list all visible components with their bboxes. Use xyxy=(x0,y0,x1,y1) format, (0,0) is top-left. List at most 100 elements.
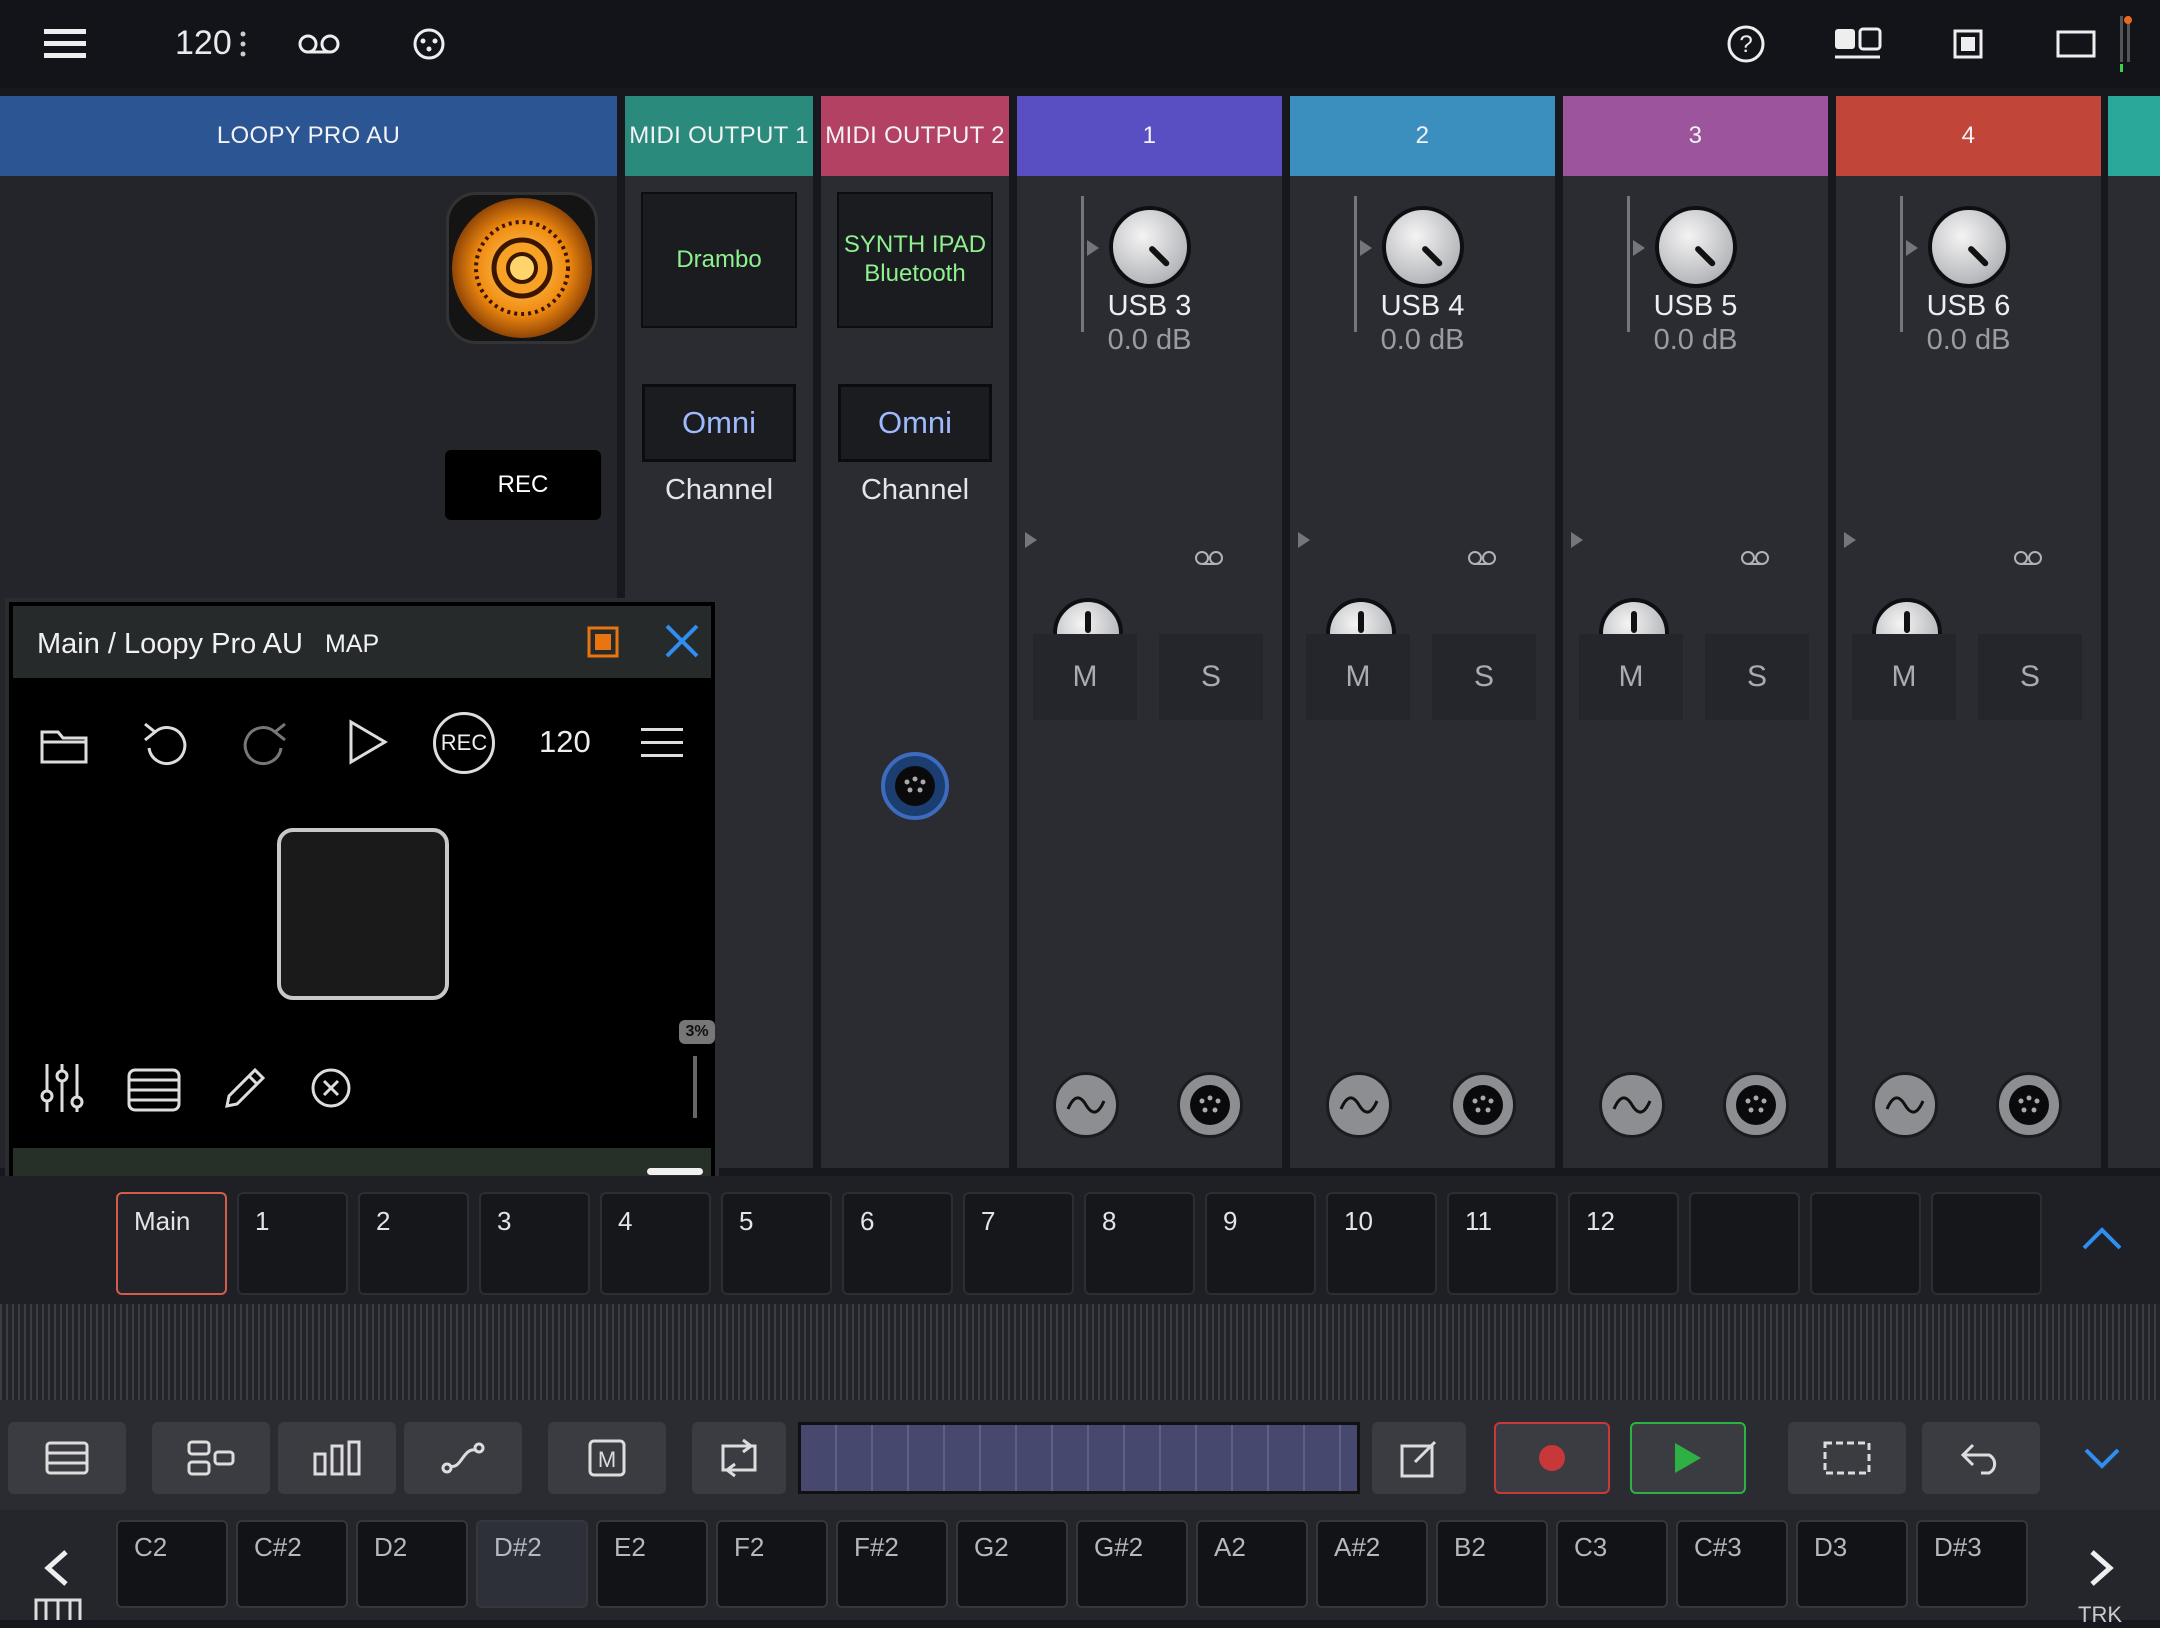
wave-icon[interactable] xyxy=(1872,1072,1938,1138)
dial-icon[interactable] xyxy=(397,12,461,76)
scene-button[interactable]: 12 xyxy=(1568,1192,1679,1295)
loop-pad[interactable] xyxy=(277,828,449,1000)
mute-button[interactable]: M xyxy=(1579,634,1683,720)
strip-number[interactable]: 2 xyxy=(1290,96,1555,176)
fullscreen-icon[interactable] xyxy=(2044,12,2108,76)
undo-icon[interactable] xyxy=(141,718,189,770)
wave-icon[interactable] xyxy=(1326,1072,1392,1138)
midi-port-icon[interactable] xyxy=(1450,1072,1516,1138)
wave-icon[interactable] xyxy=(1599,1072,1665,1138)
scene-button[interactable] xyxy=(1810,1192,1921,1295)
map-button[interactable]: MAP xyxy=(325,630,379,659)
key-pad[interactable]: B2 xyxy=(1436,1520,1548,1608)
midi-device-selector[interactable]: SYNTH IPAD Bluetooth xyxy=(837,192,993,328)
record-button[interactable] xyxy=(1494,1422,1610,1494)
loop-link-icon[interactable] xyxy=(1740,550,1770,566)
loop-link-icon[interactable] xyxy=(1194,550,1224,566)
mixer-icon[interactable] xyxy=(39,1062,85,1114)
midi-view-button[interactable]: M xyxy=(548,1422,666,1494)
plugin-menu-icon[interactable] xyxy=(641,726,683,760)
piano-icon[interactable] xyxy=(34,1598,82,1620)
loop-toggle-button[interactable] xyxy=(692,1422,786,1494)
key-pad[interactable]: F2 xyxy=(716,1520,828,1608)
key-pad[interactable]: C#3 xyxy=(1676,1520,1788,1608)
close-icon[interactable] xyxy=(663,622,701,660)
input-label[interactable]: USB 4 xyxy=(1290,290,1555,323)
solo-button[interactable]: S xyxy=(1705,634,1809,720)
menu-icon[interactable] xyxy=(33,12,97,76)
input-label[interactable]: USB 6 xyxy=(1836,290,2101,323)
play-button[interactable] xyxy=(1630,1422,1746,1494)
scene-button[interactable]: 10 xyxy=(1326,1192,1437,1295)
key-pad[interactable]: D3 xyxy=(1796,1520,1908,1608)
loop-link-icon[interactable] xyxy=(2013,550,2043,566)
pencil-icon[interactable] xyxy=(221,1064,265,1112)
rec-button[interactable]: REC xyxy=(445,450,601,520)
timeline-scrubber[interactable] xyxy=(798,1422,1360,1494)
scene-button[interactable]: 11 xyxy=(1447,1192,1558,1295)
edit-button[interactable] xyxy=(1372,1422,1466,1494)
key-pad[interactable]: D#3 xyxy=(1916,1520,2028,1608)
app-icon[interactable] xyxy=(446,192,598,344)
select-button[interactable] xyxy=(1788,1422,1906,1494)
redo-icon[interactable] xyxy=(241,718,289,770)
key-pad[interactable]: A#2 xyxy=(1316,1520,1428,1608)
waveform-strip[interactable] xyxy=(0,1304,2160,1400)
strip-number[interactable]: 3 xyxy=(1563,96,1828,176)
key-pad[interactable]: F#2 xyxy=(836,1520,948,1608)
scene-main[interactable]: Main xyxy=(116,1192,227,1295)
loop-icon[interactable] xyxy=(287,12,351,76)
single-view-icon[interactable] xyxy=(1936,12,2000,76)
plugin-tempo[interactable]: 120 xyxy=(539,724,591,760)
tempo-display[interactable]: 120 xyxy=(175,24,232,63)
strip-number[interactable]: 1 xyxy=(1017,96,1282,176)
scene-button[interactable]: 2 xyxy=(358,1192,469,1295)
play-icon[interactable] xyxy=(347,718,389,766)
key-pad[interactable]: E2 xyxy=(596,1520,708,1608)
scene-button[interactable]: 4 xyxy=(600,1192,711,1295)
key-pad[interactable]: D#2 xyxy=(476,1520,588,1608)
gain-knob[interactable] xyxy=(1655,206,1737,288)
scene-button[interactable]: 5 xyxy=(721,1192,832,1295)
midi-port-icon[interactable] xyxy=(1723,1072,1789,1138)
strip-number[interactable]: 4 xyxy=(1836,96,2101,176)
folder-icon[interactable] xyxy=(39,724,89,764)
mute-button[interactable]: M xyxy=(1852,634,1956,720)
input-label[interactable]: USB 5 xyxy=(1563,290,1828,323)
loop-link-icon[interactable] xyxy=(1467,550,1497,566)
collapse-down-icon[interactable] xyxy=(2082,1446,2122,1470)
automation-view-button[interactable] xyxy=(404,1422,522,1494)
key-pad[interactable]: G#2 xyxy=(1076,1520,1188,1608)
midi-port-icon[interactable] xyxy=(881,752,949,820)
key-pad[interactable]: C#2 xyxy=(236,1520,348,1608)
scene-button[interactable]: 3 xyxy=(479,1192,590,1295)
clips-view-button[interactable] xyxy=(8,1422,126,1494)
help-icon[interactable]: ? xyxy=(1714,12,1778,76)
key-pad[interactable]: G2 xyxy=(956,1520,1068,1608)
channel-selector[interactable]: Omni xyxy=(642,384,796,462)
scene-button[interactable] xyxy=(1931,1192,2042,1295)
chevron-left-icon[interactable] xyxy=(42,1548,72,1588)
midi-port-icon[interactable] xyxy=(1996,1072,2062,1138)
scene-button[interactable] xyxy=(1689,1192,1800,1295)
midi-device-selector[interactable]: Drambo xyxy=(641,192,797,328)
scene-button[interactable]: 9 xyxy=(1205,1192,1316,1295)
wave-icon[interactable] xyxy=(1053,1072,1119,1138)
mixer-view-button[interactable] xyxy=(278,1422,396,1494)
key-pad[interactable]: C2 xyxy=(116,1520,228,1608)
gain-knob[interactable] xyxy=(1109,206,1191,288)
expand-up-icon[interactable] xyxy=(2080,1224,2124,1252)
chevron-right-icon[interactable] xyxy=(2086,1548,2116,1588)
key-pad[interactable]: D2 xyxy=(356,1520,468,1608)
gain-knob[interactable] xyxy=(1382,206,1464,288)
layout-icon[interactable] xyxy=(1826,12,1890,76)
solo-button[interactable]: S xyxy=(1978,634,2082,720)
mute-button[interactable]: M xyxy=(1033,634,1137,720)
scene-button[interactable]: 7 xyxy=(963,1192,1074,1295)
scene-button[interactable]: 1 xyxy=(237,1192,348,1295)
solo-button[interactable]: S xyxy=(1159,634,1263,720)
clear-icon[interactable] xyxy=(309,1066,353,1110)
input-label[interactable]: USB 3 xyxy=(1017,290,1282,323)
channel-selector[interactable]: Omni xyxy=(838,384,992,462)
resize-handle[interactable] xyxy=(647,1168,703,1175)
